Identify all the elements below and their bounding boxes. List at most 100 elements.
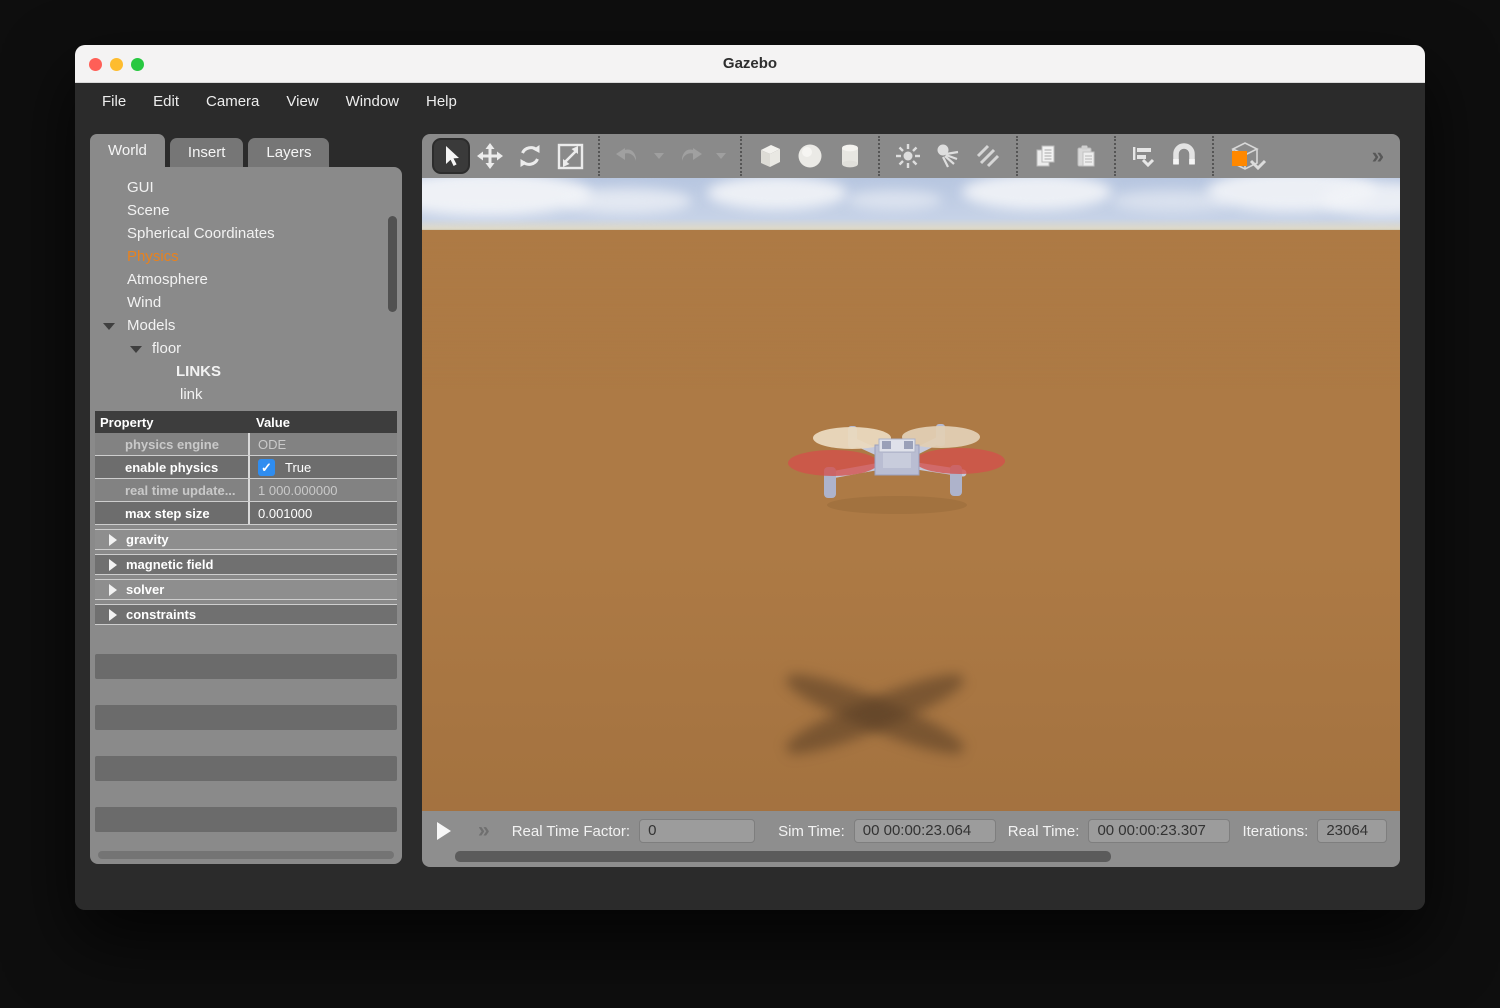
tree-item-models[interactable]: Models (90, 314, 402, 337)
sim-time-field[interactable]: 00 00:00:23.064 (854, 819, 996, 843)
scale-tool-button[interactable] (550, 137, 590, 175)
tree-item-scene[interactable]: Scene (90, 199, 402, 222)
enable-physics-checkbox[interactable] (258, 459, 275, 476)
rotate-tool-button[interactable] (510, 137, 550, 175)
tab-insert[interactable]: Insert (170, 138, 244, 167)
left-panel: World Insert Layers GUI Scene Spherical … (90, 134, 402, 864)
toolbar-separator (1212, 136, 1214, 176)
collapse-arrow-icon[interactable] (130, 346, 142, 353)
desktop: Gazebo File Edit Camera View Window Help… (0, 0, 1500, 1008)
spot-light-icon (934, 142, 962, 170)
panel-horizontal-scrollbar[interactable] (98, 851, 394, 859)
undo-button[interactable] (608, 137, 648, 175)
expand-arrow-icon[interactable] (109, 559, 117, 571)
spot-light-button[interactable] (928, 137, 968, 175)
real-time-factor-field[interactable]: 0 (639, 819, 755, 843)
snap-button[interactable] (1164, 137, 1204, 175)
align-button[interactable] (1124, 137, 1164, 175)
toolbar-separator (878, 136, 880, 176)
tree-item-physics[interactable]: Physics (90, 245, 402, 268)
panel-tabs: World Insert Layers (90, 134, 402, 167)
toolbar-separator (1016, 136, 1018, 176)
paste-icon (1072, 142, 1100, 170)
align-icon (1129, 142, 1159, 170)
property-column-header: Property (95, 415, 250, 430)
menu-camera[interactable]: Camera (206, 93, 259, 110)
property-row-real-time-update[interactable]: real time update... 1 000.000000 (95, 479, 397, 502)
sky (422, 178, 1400, 230)
tree-item-floor[interactable]: floor (90, 337, 402, 360)
menu-file[interactable]: File (102, 93, 126, 110)
render-viewport[interactable] (422, 178, 1400, 811)
tree-item-atmosphere[interactable]: Atmosphere (90, 268, 402, 291)
insert-sphere-button[interactable] (790, 137, 830, 175)
tree-item-link[interactable]: link (90, 383, 402, 406)
window-title: Gazebo (75, 45, 1425, 83)
empty-row (95, 756, 397, 781)
property-table: Property Value physics engine ODE enable… (95, 411, 397, 625)
redo-button[interactable] (670, 137, 710, 175)
expand-arrow-icon[interactable] (109, 534, 117, 546)
undo-history-dropdown-icon[interactable] (654, 153, 664, 159)
tab-world[interactable]: World (90, 134, 165, 167)
property-row-max-step-size[interactable]: max step size 0.001000 (95, 502, 397, 525)
property-group-solver[interactable]: solver (95, 579, 397, 600)
redo-history-dropdown-icon[interactable] (716, 153, 726, 159)
tree-item-spherical-coordinates[interactable]: Spherical Coordinates (90, 222, 402, 245)
tree-item-links[interactable]: LINKS (90, 360, 402, 383)
menu-view[interactable]: View (286, 93, 318, 110)
cursor-icon (439, 144, 463, 168)
insert-cylinder-button[interactable] (830, 137, 870, 175)
horizon-haze (422, 230, 1400, 390)
iterations-field[interactable]: 23064 (1317, 819, 1387, 843)
point-light-button[interactable] (888, 137, 928, 175)
property-group-constraints[interactable]: constraints (95, 604, 397, 625)
toolbar-separator (598, 136, 600, 176)
real-time-label: Real Time: (1008, 823, 1080, 840)
move-icon (476, 142, 504, 170)
real-time-factor-label: Real Time Factor: (512, 823, 630, 840)
property-row-enable-physics[interactable]: enable physics True (95, 456, 397, 479)
menu-edit[interactable]: Edit (153, 93, 179, 110)
tree-item-wind[interactable]: Wind (90, 291, 402, 314)
collapse-arrow-icon[interactable] (103, 323, 115, 330)
sim-time-label: Sim Time: (778, 823, 845, 840)
property-group-magnetic-field[interactable]: magnetic field (95, 554, 397, 575)
translate-tool-button[interactable] (470, 137, 510, 175)
tree-item-gui[interactable]: GUI (90, 176, 402, 199)
real-time-field[interactable]: 00 00:00:23.307 (1088, 819, 1230, 843)
sphere-icon (795, 141, 825, 171)
magnet-icon (1169, 142, 1199, 170)
directional-light-button[interactable] (968, 137, 1008, 175)
property-row-physics-engine[interactable]: physics engine ODE (95, 433, 397, 456)
property-table-header: Property Value (95, 411, 397, 433)
copy-button[interactable] (1026, 137, 1066, 175)
tree-scrollbar[interactable] (388, 216, 397, 312)
titlebar: Gazebo (75, 45, 1425, 83)
rotate-icon (516, 142, 544, 170)
property-group-gravity[interactable]: gravity (95, 529, 397, 550)
viewport-horizontal-scrollbar[interactable] (455, 851, 1111, 862)
gazebo-window: Gazebo File Edit Camera View Window Help… (75, 45, 1425, 910)
toolbar-separator (1114, 136, 1116, 176)
world-panel-body: GUI Scene Spherical Coordinates Physics … (90, 167, 402, 864)
select-tool-button[interactable] (432, 138, 470, 174)
step-button[interactable]: » (478, 819, 488, 843)
play-button[interactable] (437, 822, 451, 840)
view-angle-button[interactable] (1222, 137, 1278, 175)
main-content: World Insert Layers GUI Scene Spherical … (75, 119, 1425, 909)
insert-box-button[interactable] (750, 137, 790, 175)
toolbar-separator (740, 136, 742, 176)
expand-arrow-icon[interactable] (109, 584, 117, 596)
expand-arrow-icon[interactable] (109, 609, 117, 621)
toolbar-overflow-button[interactable]: » (1372, 143, 1390, 169)
tab-layers[interactable]: Layers (248, 138, 329, 167)
menu-window[interactable]: Window (346, 93, 399, 110)
world-tree: GUI Scene Spherical Coordinates Physics … (90, 176, 402, 406)
paste-button[interactable] (1066, 137, 1106, 175)
quadcopter-model[interactable] (787, 421, 1007, 516)
undo-icon (614, 144, 642, 168)
menu-help[interactable]: Help (426, 93, 457, 110)
scale-icon (557, 143, 584, 170)
menubar: File Edit Camera View Window Help (75, 83, 1425, 119)
